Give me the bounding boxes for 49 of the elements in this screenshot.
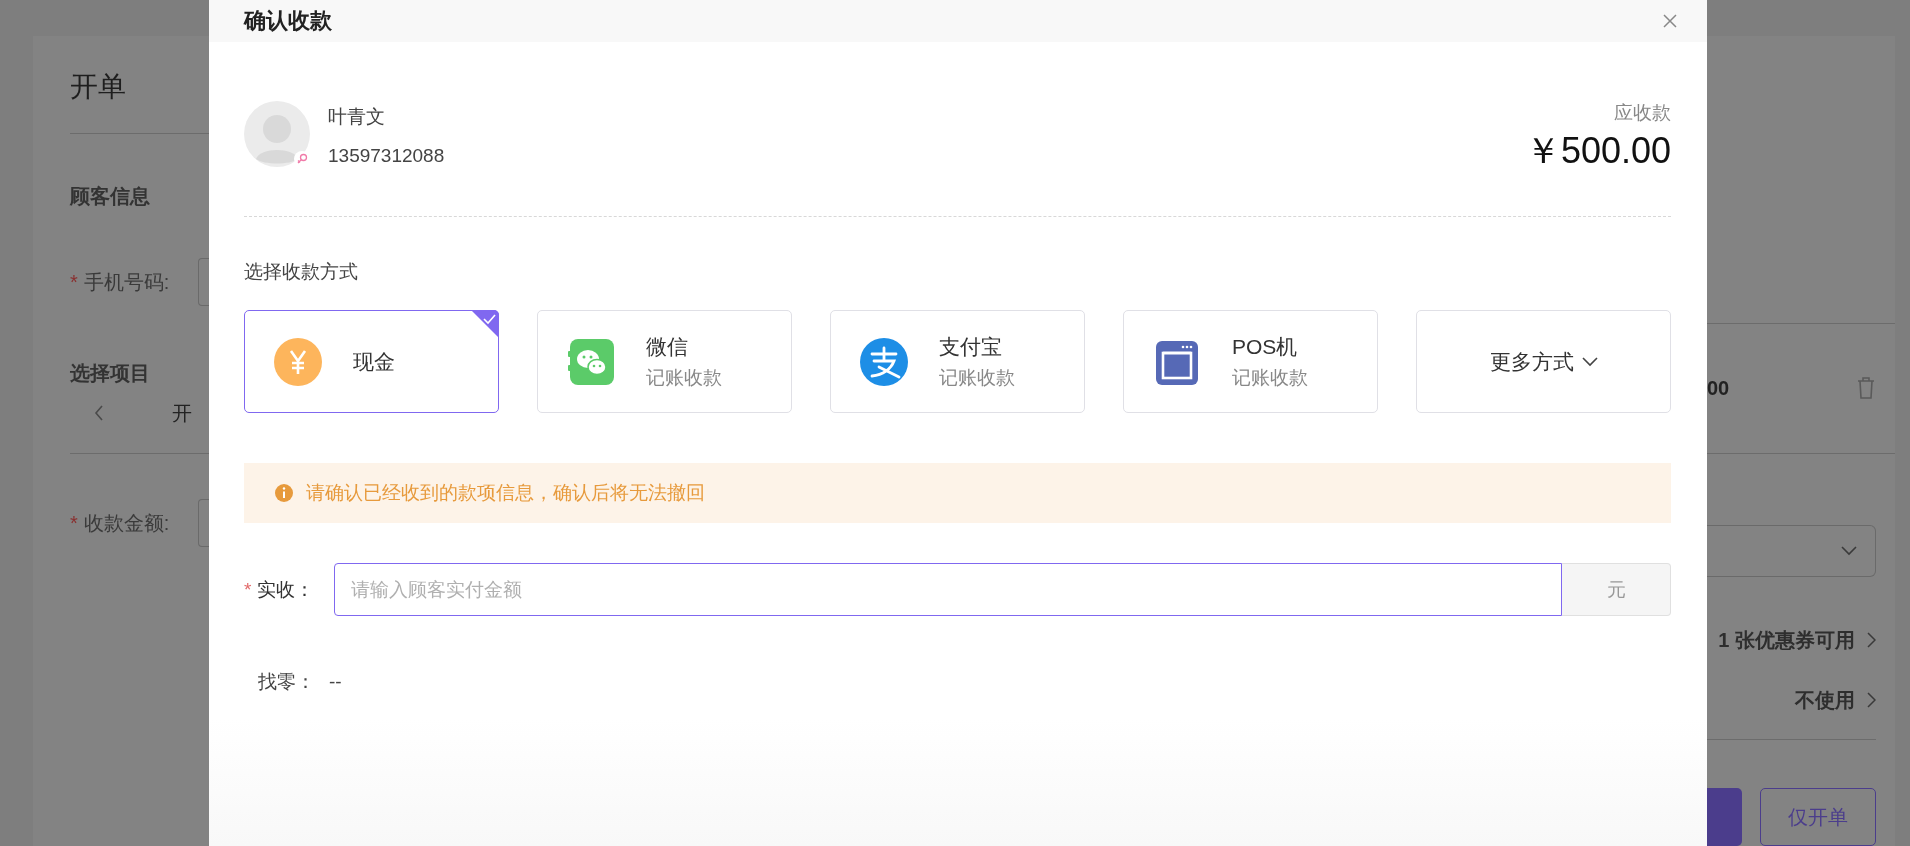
chat-bubbles-icon [566,336,616,387]
chevron-left-icon[interactable] [93,404,105,422]
payment-method-card[interactable]: 现金 [244,310,499,413]
coupon-choice[interactable]: 不使用 [1795,686,1855,715]
coupon-link[interactable]: 1 张优惠券可用 [1718,626,1855,655]
change-value: -- [329,670,342,694]
method-label: 现金 [353,348,395,375]
avatar-icon [244,101,310,167]
customer-phone: 13597312088 [328,143,445,168]
section-heading: 顾客信息 [70,184,150,209]
method-label: 更多方式 [1489,348,1574,375]
payment-method-card[interactable]: 支付宝 记账收款 [830,310,1085,413]
chevron-right-icon[interactable] [1867,692,1876,709]
pay-circle-icon [859,336,909,387]
section-heading: 选择收款方式 [244,260,359,284]
payment-method-card[interactable]: 更多方式 [1416,310,1671,413]
chevron-down-icon [1841,546,1857,556]
notice-text: 请确认已经收到的款项信息，确认后将无法撤回 [306,481,705,505]
method-label: 支付宝 [939,333,1002,360]
check-icon [471,310,499,338]
dialog-title: 确认收款 [244,7,332,35]
coin-icon [273,336,323,387]
section-heading: 选择项目 [70,361,150,386]
change-label: 找零： [258,670,315,694]
female-icon [294,151,310,167]
info-icon [274,483,294,503]
amount-input[interactable]: 请输入顾客实付金额 [334,563,1562,616]
field-label: * 实收： [244,577,316,602]
field-label: * 手机号码: [70,270,170,295]
chevron-down-icon [1581,356,1598,367]
method-note: 记账收款 [646,365,722,390]
trash-icon[interactable] [1856,375,1876,400]
item-price: 00 [1707,375,1730,401]
method-note: 记账收款 [1232,365,1308,390]
amount-due: ￥500.00 [1524,130,1671,172]
item-tab[interactable]: 开 [172,399,192,427]
unit-addon: 元 [1562,563,1671,616]
collect-button[interactable] [1707,788,1742,846]
payment-method-card[interactable]: 微信 记账收款 [537,310,792,413]
payment-method-card[interactable]: POS机 记账收款 [1123,310,1378,413]
method-note: 记账收款 [939,365,1015,390]
page-title: 开单 [70,70,126,104]
method-label: 微信 [646,333,688,360]
method-label: POS机 [1232,333,1298,360]
close-icon[interactable] [1663,14,1677,28]
chevron-right-icon[interactable] [1867,632,1876,649]
field-label: * 收款金额: [70,511,170,536]
amount-due-label: 应收款 [1614,101,1671,125]
customer-name: 叶青文 [328,104,386,129]
